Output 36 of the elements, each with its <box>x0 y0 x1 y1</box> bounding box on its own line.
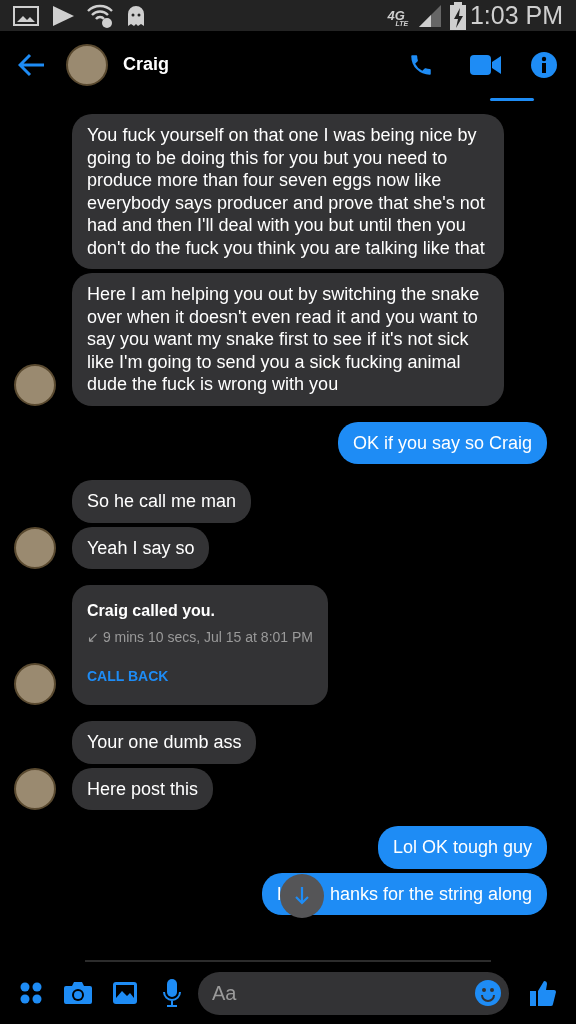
message-text: I <box>276 882 282 905</box>
call-title: Craig called you. <box>87 601 217 621</box>
status-time: 1:03 PM <box>469 0 563 31</box>
message-bubble: Yeah I say so <box>72 526 210 569</box>
message-bubble: Here I am helping you out by switching the snake over when it doesn't even read it and you want to say you want my snake first to see if it's not sick like I'm going to send you a sick fucking animal dude the fuck is wrong with you <box>72 273 504 406</box>
thumbs-up-icon[interactable] <box>530 980 556 1006</box>
camera-icon[interactable] <box>64 981 92 1005</box>
scroll-down-button[interactable] <box>279 873 324 918</box>
play-icon <box>51 4 75 27</box>
message-bubble: Lol OK tough guy <box>377 826 547 869</box>
call-detail: ↙ 9 mins 10 secs, Jul 15 at 8:01 PM <box>87 628 313 647</box>
message-bubble: So he call me man <box>72 480 252 523</box>
avatar-photo-placeholder <box>14 363 56 406</box>
avatar-photo-placeholder <box>14 663 56 705</box>
avatar-photo-placeholder <box>14 768 56 810</box>
message-bubble: OK if you say so Craig <box>337 421 547 464</box>
message-bubble: Your one dumb ass <box>72 721 257 764</box>
avatar-photo-placeholder <box>14 527 56 569</box>
message-input-field[interactable]: Aa <box>212 978 475 1008</box>
ghost-icon <box>127 4 145 27</box>
call-back-link[interactable]: CALL BACK <box>87 666 313 687</box>
message-bubble: You fuck yourself on that one I was being nice by going to be doing this for you but you need to produce more than four seven eggs now like everybody says producer and prove that she's not had and then I'll deal with you but until then you don't do the fuck you think you are talking like that <box>72 114 504 269</box>
microphone-icon[interactable] <box>162 979 182 1007</box>
image-icon[interactable] <box>112 981 138 1005</box>
down-arrow-icon <box>294 886 309 905</box>
message-field[interactable]: Aa <box>198 971 509 1015</box>
smiley-icon[interactable] <box>475 980 501 1006</box>
contact-name[interactable]: Craig <box>123 51 169 78</box>
message-bubble: Here post this <box>72 767 214 810</box>
video-camera-icon[interactable] <box>470 53 502 76</box>
avatar-photo-placeholder <box>66 43 108 86</box>
back-arrow-icon[interactable] <box>18 52 46 77</box>
info-icon[interactable] <box>530 50 558 79</box>
apps-grid-icon[interactable] <box>20 982 42 1004</box>
image-icon <box>13 5 39 26</box>
message-text: hanks for the string along <box>329 882 532 905</box>
